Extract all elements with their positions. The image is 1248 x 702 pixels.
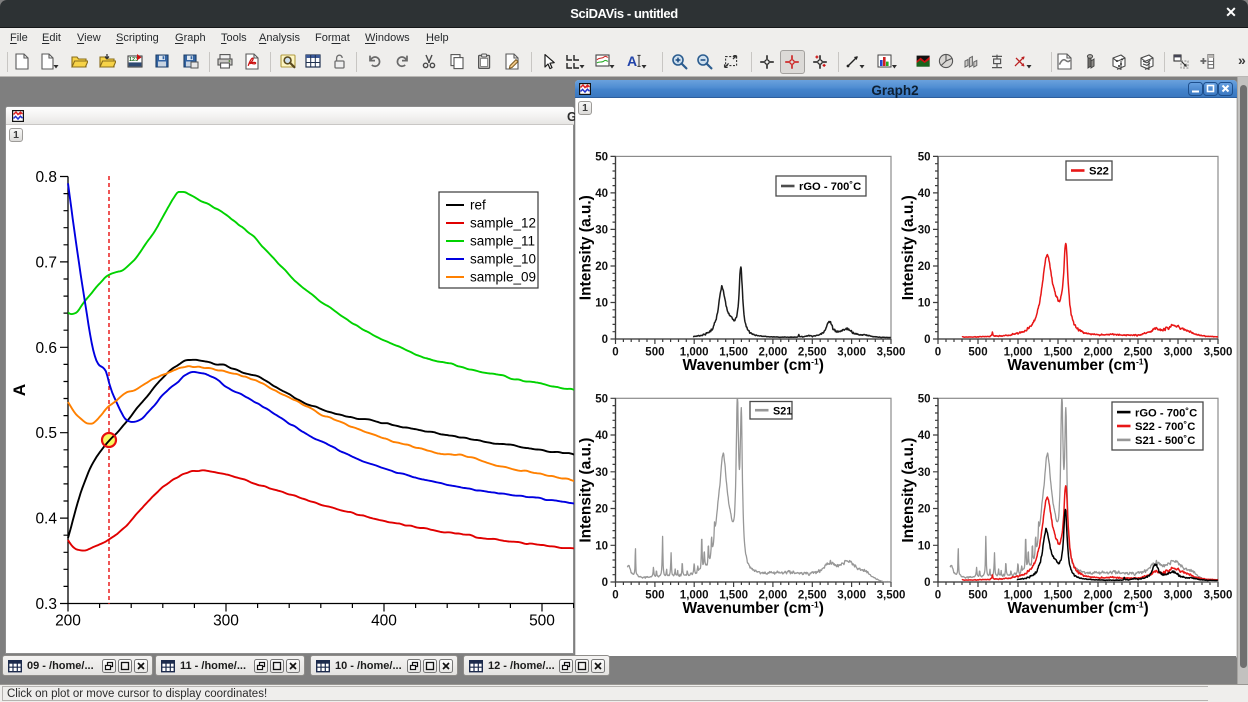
svg-text:0.8: 0.8	[35, 169, 57, 186]
svg-text:40: 40	[595, 188, 608, 200]
svg-text:Wavenumber (cm-1): Wavenumber (cm-1)	[683, 357, 824, 375]
svg-text:3,000: 3,000	[1164, 347, 1193, 359]
svg-text:Intensity (a.u.): Intensity (a.u.)	[578, 438, 595, 543]
svg-text:0.5: 0.5	[35, 425, 57, 442]
svg-text:123: 123	[129, 57, 138, 63]
svg-text:3,000: 3,000	[1164, 590, 1193, 602]
svg-text:500: 500	[645, 347, 664, 359]
svg-text:0.6: 0.6	[35, 340, 57, 357]
svg-text:0: 0	[924, 334, 930, 346]
svg-text:500: 500	[968, 347, 987, 359]
svg-text:10: 10	[918, 540, 931, 552]
svg-text:3,500: 3,500	[1204, 590, 1233, 602]
svg-text:Intensity (a.u.): Intensity (a.u.)	[900, 438, 917, 543]
svg-text:0: 0	[935, 347, 941, 359]
svg-text:300: 300	[213, 613, 239, 630]
svg-text:200: 200	[55, 613, 81, 630]
svg-text:A: A	[10, 384, 29, 396]
svg-text:30: 30	[595, 224, 608, 236]
svg-text:50: 50	[918, 393, 931, 405]
svg-text:rGO - 700˚C: rGO - 700˚C	[799, 181, 861, 193]
svg-text:3,500: 3,500	[877, 347, 906, 359]
svg-text:30: 30	[918, 224, 931, 236]
svg-text:3,500: 3,500	[1204, 347, 1233, 359]
svg-text:Wavenumber (cm-1): Wavenumber (cm-1)	[1007, 357, 1148, 375]
svg-text:Wavenumber (cm-1): Wavenumber (cm-1)	[1007, 600, 1148, 618]
svg-text:0.7: 0.7	[35, 254, 57, 271]
svg-text:30: 30	[918, 467, 931, 479]
svg-text:50: 50	[918, 151, 931, 163]
svg-text:40: 40	[595, 430, 608, 442]
svg-text:A: A	[627, 53, 637, 69]
svg-text:500: 500	[529, 613, 555, 630]
svg-text:sample_10: sample_10	[470, 252, 536, 267]
svg-text:sample_11: sample_11	[470, 234, 535, 249]
svg-text:S21: S21	[773, 405, 792, 417]
svg-text:0.4: 0.4	[35, 511, 57, 528]
svg-text:30: 30	[595, 467, 608, 479]
svg-text:S22 - 700˚C: S22 - 700˚C	[1135, 421, 1195, 433]
svg-text:10: 10	[595, 298, 608, 310]
svg-text:50: 50	[595, 151, 608, 163]
svg-text:0: 0	[602, 334, 608, 346]
svg-text:500: 500	[645, 590, 664, 602]
svg-text:0: 0	[935, 590, 941, 602]
svg-text:3,000: 3,000	[837, 347, 866, 359]
svg-text:0: 0	[602, 577, 608, 589]
svg-text:S22: S22	[1089, 166, 1109, 178]
svg-text:50: 50	[595, 393, 608, 405]
svg-text:0: 0	[612, 347, 618, 359]
svg-text:0: 0	[924, 577, 930, 589]
svg-text:sample_12: sample_12	[470, 216, 536, 231]
svg-text:20: 20	[595, 261, 608, 273]
svg-text:Intensity (a.u.): Intensity (a.u.)	[900, 195, 917, 300]
svg-text:500: 500	[968, 590, 987, 602]
svg-text:Intensity (a.u.): Intensity (a.u.)	[578, 195, 595, 300]
svg-text:40: 40	[918, 430, 931, 442]
svg-text:400: 400	[371, 613, 397, 630]
svg-text:ref: ref	[470, 198, 486, 213]
svg-text:Wavenumber (cm-1): Wavenumber (cm-1)	[683, 600, 824, 618]
svg-text:40: 40	[918, 188, 931, 200]
svg-text:0.3: 0.3	[35, 596, 57, 613]
svg-text:sample_09: sample_09	[470, 270, 536, 285]
svg-text:3,000: 3,000	[837, 590, 866, 602]
svg-text:rGO - 700˚C: rGO - 700˚C	[1135, 407, 1197, 419]
svg-text:10: 10	[918, 298, 931, 310]
svg-text:20: 20	[918, 504, 931, 516]
svg-text:10: 10	[595, 540, 608, 552]
svg-text:3,500: 3,500	[877, 590, 906, 602]
svg-text:20: 20	[595, 504, 608, 516]
svg-text:S21 - 500˚C: S21 - 500˚C	[1135, 435, 1195, 447]
svg-text:0: 0	[612, 590, 618, 602]
svg-text:20: 20	[918, 261, 931, 273]
